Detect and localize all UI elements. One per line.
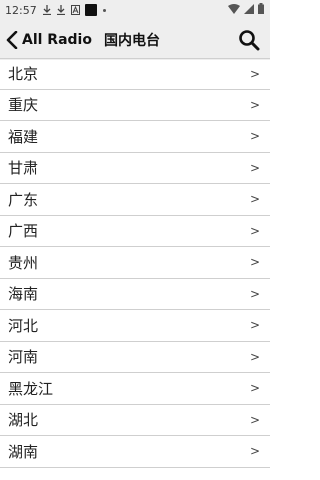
chevron-right-icon: > bbox=[249, 223, 260, 238]
chevron-right-icon: > bbox=[249, 255, 260, 270]
list-item[interactable]: 北京 > bbox=[0, 58, 270, 90]
list-item[interactable]: 甘肃 > bbox=[0, 153, 270, 184]
dot-icon bbox=[102, 8, 106, 12]
list-item[interactable]: 广东 > bbox=[0, 184, 270, 216]
page-title: 国内电台 bbox=[104, 33, 160, 49]
black-square-icon bbox=[84, 4, 97, 16]
signal-icon bbox=[244, 3, 254, 17]
list-item[interactable]: 贵州 > bbox=[0, 247, 270, 279]
list-item[interactable]: 河南 > bbox=[0, 342, 270, 373]
province-list: 北京 > 重庆 > 福建 > 甘肃 > 广东 > 广西 > 贵州 > 海南 > 河北 > 河南 > … bbox=[0, 58, 270, 468]
download-icon bbox=[56, 5, 65, 15]
list-item-label: 广东 bbox=[8, 190, 39, 209]
back-chevron-icon[interactable] bbox=[4, 28, 20, 52]
notification-icons bbox=[42, 4, 106, 16]
chevron-right-icon: > bbox=[249, 160, 260, 175]
system-icons bbox=[228, 3, 264, 17]
list-item-label: 湖北 bbox=[8, 411, 39, 430]
wifi-icon bbox=[228, 3, 240, 17]
app-a-icon bbox=[70, 5, 80, 15]
chevron-right-icon: > bbox=[249, 412, 260, 427]
list-item[interactable]: 湖北 > bbox=[0, 405, 270, 436]
list-item-label: 河北 bbox=[8, 316, 39, 335]
list-item-label: 重庆 bbox=[8, 96, 39, 115]
app-bar: All Radio 国内电台 bbox=[0, 20, 270, 60]
list-item-label: 福建 bbox=[8, 127, 39, 146]
chevron-right-icon: > bbox=[249, 349, 260, 364]
chevron-right-icon: > bbox=[249, 444, 260, 459]
list-item-label: 湖南 bbox=[8, 442, 39, 461]
battery-icon bbox=[258, 3, 264, 17]
list-item-label: 广西 bbox=[8, 222, 39, 241]
list-item-label: 海南 bbox=[8, 285, 39, 304]
search-icon[interactable] bbox=[238, 29, 260, 51]
chevron-right-icon: > bbox=[249, 129, 260, 144]
list-item-label: 贵州 bbox=[8, 253, 39, 272]
back-button[interactable]: All Radio bbox=[22, 32, 92, 48]
list-item[interactable]: 重庆 > bbox=[0, 90, 270, 121]
list-item[interactable]: 黑龙江 > bbox=[0, 373, 270, 405]
download-icon bbox=[42, 5, 51, 15]
chevron-right-icon: > bbox=[249, 286, 260, 301]
list-item-label: 黑龙江 bbox=[8, 379, 54, 398]
chevron-right-icon: > bbox=[249, 97, 260, 112]
chevron-right-icon: > bbox=[249, 318, 260, 333]
chevron-right-icon: > bbox=[249, 192, 260, 207]
list-item-label: 北京 bbox=[8, 65, 39, 84]
chevron-right-icon: > bbox=[249, 66, 260, 81]
list-item[interactable]: 广西 > bbox=[0, 216, 270, 247]
list-item[interactable]: 海南 > bbox=[0, 279, 270, 310]
list-item[interactable]: 湖南 > bbox=[0, 436, 270, 468]
status-time: 12:57 bbox=[5, 3, 37, 17]
list-item[interactable]: 河北 > bbox=[0, 310, 270, 342]
status-bar: 12:57 bbox=[0, 0, 270, 20]
list-item-label: 河南 bbox=[8, 348, 39, 367]
list-item-label: 甘肃 bbox=[8, 159, 39, 178]
chevron-right-icon: > bbox=[249, 381, 260, 396]
list-item[interactable]: 福建 > bbox=[0, 121, 270, 153]
